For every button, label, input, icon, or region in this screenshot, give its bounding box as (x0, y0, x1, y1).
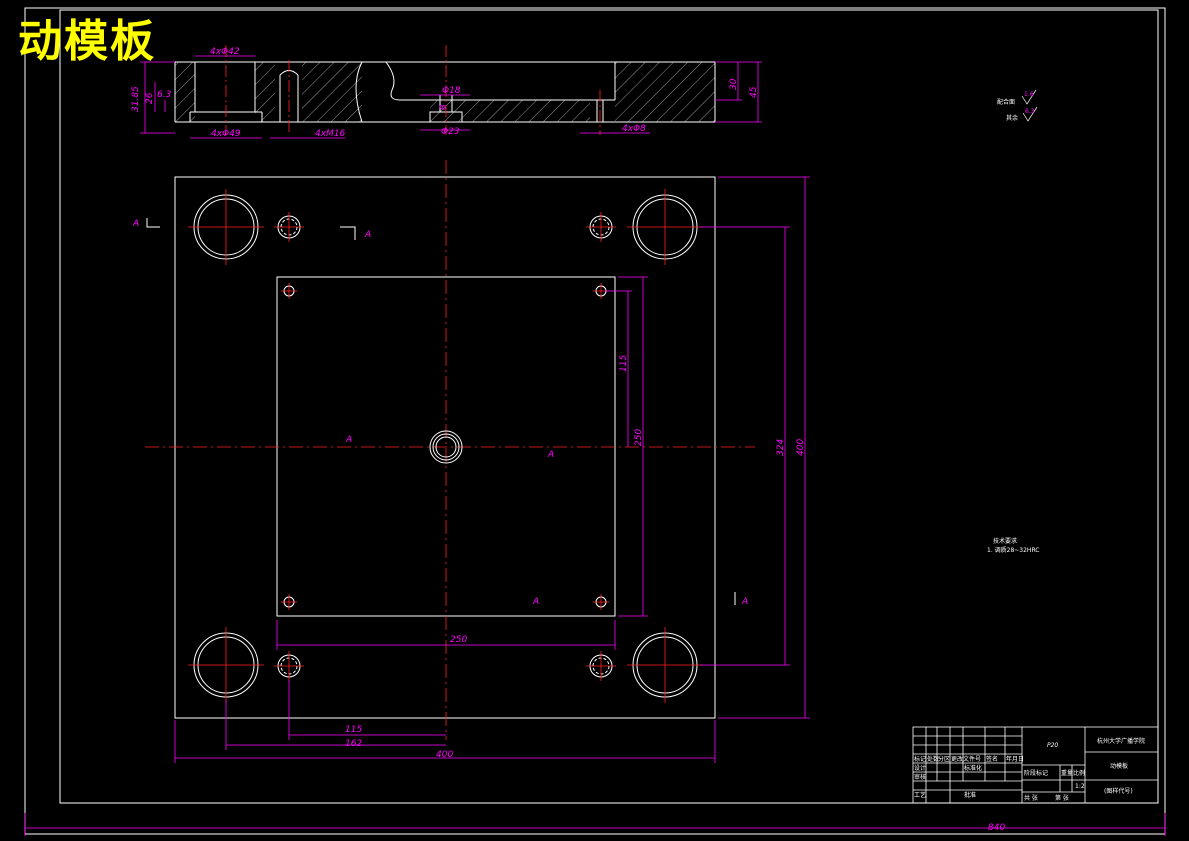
tb-scale: 1:2 (1075, 783, 1085, 790)
dim-v250: 250 (634, 429, 644, 446)
roughness-line2: 其余 (1006, 114, 1018, 122)
plate-outline (174, 176, 716, 719)
tb-company: 杭州大学广播学院 (1097, 737, 1145, 745)
outer-border (24, 7, 1166, 835)
section-mark-a1: A (132, 219, 139, 229)
tb-label-6: 设计 (914, 764, 926, 772)
tb-label-2: 分区 (938, 755, 950, 763)
dim-phi18: Φ18 (442, 86, 461, 96)
pin-holes (283, 285, 607, 608)
dim-h250: 250 (450, 635, 467, 645)
dim-31-85: 31.85 (131, 86, 141, 112)
cad-drawing: 840 4xΦ42 4xΦ49 4xM16 Φ18 Φ23 4xΦ8 30 45… (24, 7, 1166, 836)
tb-label-13: 比例 (1073, 769, 1085, 777)
dim-26: 26 (145, 92, 155, 104)
tb-label-9: 工艺 (914, 791, 926, 799)
tb-part-name: 动模板 (1110, 762, 1128, 770)
tb-label-4: 签名 (986, 755, 998, 763)
drawing-title: 动模板 (18, 16, 156, 67)
dim-4xphi42: 4xΦ42 (210, 47, 240, 57)
section-mark-a3: A (345, 435, 352, 445)
tech-notes-heading: 技术要求 (993, 537, 1017, 545)
tb-label-3: 更改文件号 (951, 755, 981, 763)
tb-label-14: 共 张 (1024, 794, 1038, 802)
title-block: P20 杭州大学广播学院 动模板 (图样代号) 1:2 标记 处数 分区 更改文… (912, 726, 1159, 804)
plan-view: A A A A A A 250 115 162 400 115 250 324 … (132, 160, 810, 763)
section-mark-a6: A (741, 597, 748, 607)
threaded-holes (277, 215, 613, 678)
tb-label-12: 重量 (1061, 769, 1073, 777)
tb-label-15: 第 张 (1055, 794, 1069, 802)
dim-phi23: Φ23 (441, 127, 460, 137)
dim-6-3: 6.3 (157, 90, 172, 100)
dim-h162: 162 (345, 739, 362, 749)
dim-4xphi8: 4xΦ8 (622, 124, 646, 134)
roughness-value2: 6.3 (1025, 108, 1035, 115)
tb-label-5: 年月日 (1006, 755, 1024, 763)
guide-holes (193, 194, 698, 698)
cavity-pocket (276, 276, 616, 617)
dim-4xphi49: 4xΦ49 (211, 129, 241, 139)
dim-8: 8 (439, 104, 449, 110)
roughness-note: 配合面 其余 1.6 6.3 (997, 89, 1038, 122)
tb-material: P20 (1047, 742, 1058, 749)
tb-drawing-no: (图样代号) (1104, 787, 1133, 795)
tb-label-10: 批准 (964, 791, 976, 799)
section-view: 4xΦ42 4xΦ49 4xM16 Φ18 Φ23 4xΦ8 30 45 31.… (131, 45, 762, 139)
sheet-width-label: 840 (988, 823, 1005, 833)
roughness-value1: 1.6 (1024, 91, 1034, 98)
roughness-line1: 配合面 (997, 98, 1015, 106)
dim-v400: 400 (796, 439, 806, 456)
tb-label-7: 标准化 (964, 764, 982, 772)
dim-v115: 115 (619, 355, 629, 372)
tb-label-0: 标记 (914, 755, 926, 763)
tech-notes-line1: 1. 调质28~32HRC (987, 546, 1040, 554)
dim-h400: 400 (436, 750, 453, 760)
tb-label-11: 阶段标记 (1024, 769, 1048, 777)
dim-v324: 324 (776, 439, 786, 456)
section-mark-a4: A (547, 450, 554, 460)
tech-notes: 技术要求 1. 调质28~32HRC (987, 537, 1040, 554)
section-mark-a5: A (532, 597, 539, 607)
section-mark-a2: A (364, 230, 371, 240)
dim-30: 30 (729, 78, 739, 90)
tb-label-8: 审核 (914, 773, 926, 781)
dim-45: 45 (749, 86, 759, 98)
dim-4xm16: 4xM16 (315, 129, 346, 139)
dim-h115: 115 (345, 725, 362, 735)
